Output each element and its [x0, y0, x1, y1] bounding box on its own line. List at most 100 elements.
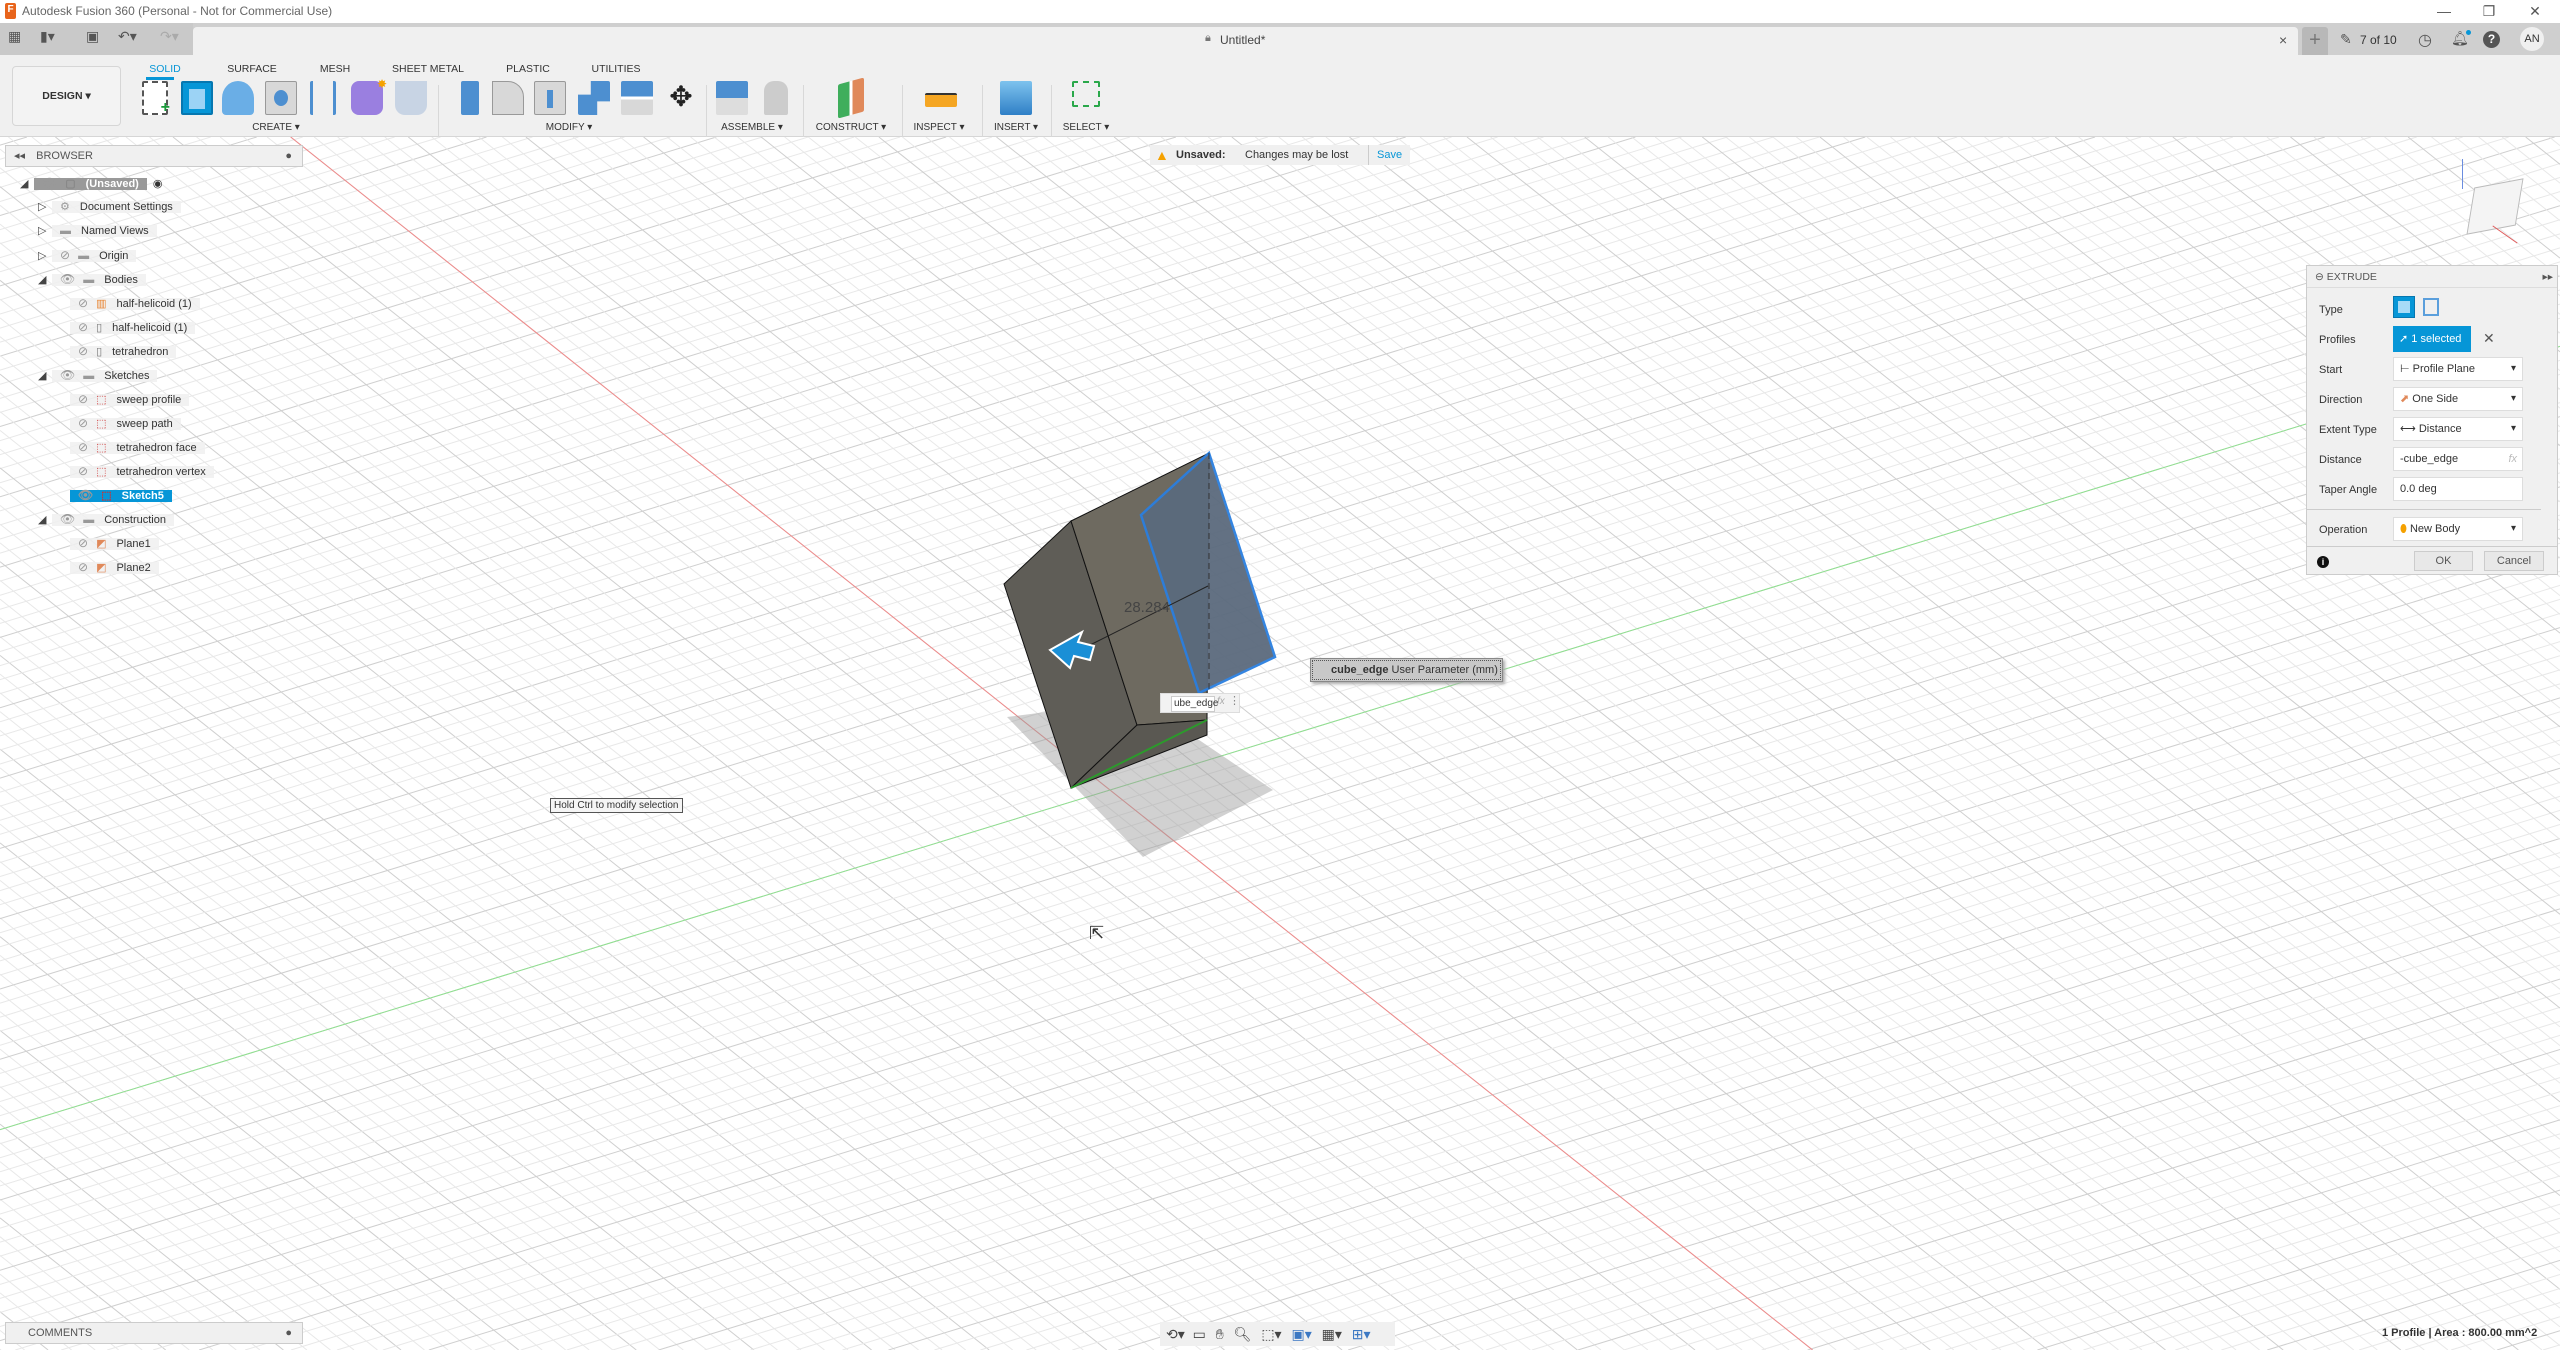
- save-link[interactable]: Save: [1368, 145, 1402, 165]
- view-cube[interactable]: [2460, 159, 2540, 259]
- fit-icon[interactable]: ⬚▾: [1261, 1326, 1281, 1342]
- expand-toggle-icon[interactable]: ▷: [38, 220, 52, 242]
- grid-settings-icon[interactable]: ▦▾: [1322, 1326, 1342, 1342]
- browser-item[interactable]: ⊘ ▯ tetrahedron: [56, 340, 177, 362]
- pan-hand-icon[interactable]: ✋︎: [1216, 1326, 1224, 1342]
- browser-item[interactable]: ◢ 👁︎ ▬ Construction: [38, 508, 174, 530]
- fx-icon[interactable]: fx: [1217, 696, 1225, 707]
- visibility-eye-icon[interactable]: 👁︎: [60, 272, 75, 286]
- cancel-button[interactable]: Cancel: [2484, 551, 2544, 571]
- expand-toggle-icon[interactable]: ◢: [38, 509, 52, 531]
- hidden-eye-icon[interactable]: ⊘: [78, 560, 88, 574]
- visibility-eye-icon[interactable]: 👁︎: [42, 176, 57, 190]
- derive-icon[interactable]: [395, 81, 427, 115]
- orbit-icon[interactable]: ⟲▾: [1166, 1326, 1185, 1342]
- browser-item[interactable]: ⊘ ⬚ sweep path: [56, 412, 181, 434]
- version-icon[interactable]: ✎: [2340, 31, 2352, 48]
- hole-icon[interactable]: [265, 81, 297, 115]
- tab-sheet-metal[interactable]: SHEET METAL: [392, 63, 464, 75]
- notifications-bell-icon[interactable]: 🔔︎: [2451, 30, 2471, 47]
- insert-menu[interactable]: INSERT ▾: [994, 122, 1038, 133]
- browser-item[interactable]: ◢ 👁︎ ▬ Sketches: [38, 364, 158, 386]
- workspace-switcher[interactable]: DESIGN ▾: [12, 66, 121, 126]
- solid-type-button[interactable]: [2393, 296, 2415, 318]
- browser-item[interactable]: 👁︎ ⬚ Sketch5: [56, 484, 172, 506]
- browser-item[interactable]: ⊘ ⬚ tetrahedron vertex: [56, 460, 214, 482]
- hidden-eye-icon[interactable]: ⊘: [78, 464, 88, 478]
- parameter-suggestion[interactable]: cube_edge User Parameter (mm): [1310, 658, 1503, 682]
- browser-item[interactable]: ⊘ ⬚ tetrahedron face: [56, 436, 205, 458]
- tab-solid[interactable]: SOLID: [149, 63, 181, 75]
- pin-icon[interactable]: ●: [285, 146, 292, 166]
- display-settings-icon[interactable]: ▣▾: [1291, 1326, 1311, 1342]
- browser-item[interactable]: ⊘ ◩ Plane2: [56, 556, 159, 578]
- zoom-icon[interactable]: 🔍︎: [1234, 1326, 1252, 1342]
- taper-angle-field[interactable]: 0.0 deg: [2393, 477, 2523, 501]
- operation-dropdown[interactable]: ⬮ New Body: [2393, 517, 2523, 541]
- distance-field[interactable]: -cube_edge fx: [2393, 447, 2523, 471]
- viewports-icon[interactable]: ⊞▾: [1352, 1326, 1371, 1342]
- assemble-menu[interactable]: ASSEMBLE ▾: [721, 122, 783, 133]
- combine-icon[interactable]: [578, 81, 610, 115]
- browser-item[interactable]: ⊘ ⬚ sweep profile: [56, 388, 190, 410]
- look-at-icon[interactable]: ▭: [1193, 1326, 1206, 1342]
- 3d-viewport[interactable]: 28.284 ube_edge fx ⋮ cube_edge User Para…: [0, 137, 2560, 1350]
- tab-plastic[interactable]: PLASTIC: [506, 63, 550, 75]
- visibility-eye-icon[interactable]: 👁︎: [60, 512, 75, 526]
- ok-button[interactable]: OK: [2414, 551, 2473, 571]
- expand-dialog-icon[interactable]: ▸▸: [2542, 266, 2553, 288]
- browser-item[interactable]: ⊘ ▯ half-helicoid (1): [56, 316, 196, 338]
- hidden-eye-icon[interactable]: ⊘: [78, 344, 88, 358]
- press-pull-icon[interactable]: [461, 81, 479, 115]
- tab-surface[interactable]: SURFACE: [227, 63, 277, 75]
- joint-icon[interactable]: [764, 81, 788, 115]
- hidden-eye-icon[interactable]: ⊘: [78, 392, 88, 406]
- new-component-icon[interactable]: [716, 81, 748, 115]
- clear-selection-icon[interactable]: ✕: [2483, 330, 2495, 347]
- minimize-button[interactable]: —: [2429, 2, 2459, 20]
- help-icon[interactable]: ?: [2483, 31, 2500, 48]
- visibility-eye-icon[interactable]: 👁︎: [60, 368, 75, 382]
- browser-item[interactable]: ▷ ⚙ Document Settings: [38, 196, 181, 218]
- browser-item[interactable]: ▷ ▬ Named Views: [38, 220, 157, 242]
- inspect-menu[interactable]: INSPECT ▾: [914, 122, 965, 133]
- close-window-button[interactable]: ✕: [2520, 2, 2550, 20]
- browser-item[interactable]: ◢ 👁︎ ▢ (Unsaved) ◉: [20, 172, 162, 194]
- tab-mesh[interactable]: MESH: [320, 63, 350, 75]
- redo-icon[interactable]: ↷▾: [160, 28, 179, 45]
- insert-image-icon[interactable]: [1000, 81, 1032, 115]
- version-label[interactable]: 7 of 10: [2360, 33, 2397, 47]
- fillet-icon[interactable]: [492, 81, 524, 115]
- start-dropdown[interactable]: ⊢ Profile Plane: [2393, 357, 2523, 381]
- browser-item[interactable]: ▷ ⊘ ▬ Origin: [38, 244, 137, 266]
- new-tab-button[interactable]: +: [2302, 27, 2328, 55]
- select-box-icon[interactable]: [1072, 81, 1100, 107]
- hidden-eye-icon[interactable]: ⊘: [60, 248, 70, 262]
- expand-toggle-icon[interactable]: ▷: [38, 196, 52, 218]
- save-icon[interactable]: ▣: [86, 28, 99, 45]
- minimize-dialog-icon[interactable]: ⊖: [2315, 271, 2324, 283]
- hidden-eye-icon[interactable]: ⊘: [78, 320, 88, 334]
- more-options-icon[interactable]: ⋮: [1229, 694, 1240, 707]
- hidden-eye-icon[interactable]: ⊘: [78, 296, 88, 310]
- tab-utilities[interactable]: UTILITIES: [591, 63, 640, 75]
- measure-icon[interactable]: [925, 93, 957, 107]
- extrude-icon[interactable]: [181, 81, 213, 115]
- comments-pin-icon[interactable]: ●: [285, 1323, 292, 1343]
- apps-grid-icon[interactable]: ▦: [8, 28, 21, 45]
- shell-icon[interactable]: [534, 81, 566, 115]
- visibility-eye-icon[interactable]: 👁︎: [78, 488, 93, 502]
- distance-fx-icon[interactable]: fx: [2508, 448, 2517, 470]
- comments-panel[interactable]: COMMENTS ●: [5, 1322, 303, 1344]
- profiles-selection-button[interactable]: ➚ 1 selected: [2393, 326, 2471, 352]
- undo-icon[interactable]: ↶▾: [118, 28, 137, 45]
- extrude-header[interactable]: ⊖ EXTRUDE ▸▸: [2307, 266, 2557, 288]
- split-body-icon[interactable]: [621, 81, 653, 115]
- offset-plane-icon[interactable]: [838, 77, 864, 119]
- hidden-eye-icon[interactable]: ⊘: [78, 536, 88, 550]
- restore-button[interactable]: ❐: [2474, 2, 2504, 20]
- job-status-clock-icon[interactable]: ◷: [2418, 30, 2432, 50]
- browser-item[interactable]: ◢ 👁︎ ▬ Bodies: [38, 268, 146, 290]
- browser-item[interactable]: ⊘ ◩ Plane1: [56, 532, 159, 554]
- create-form-icon[interactable]: ✸: [351, 77, 387, 115]
